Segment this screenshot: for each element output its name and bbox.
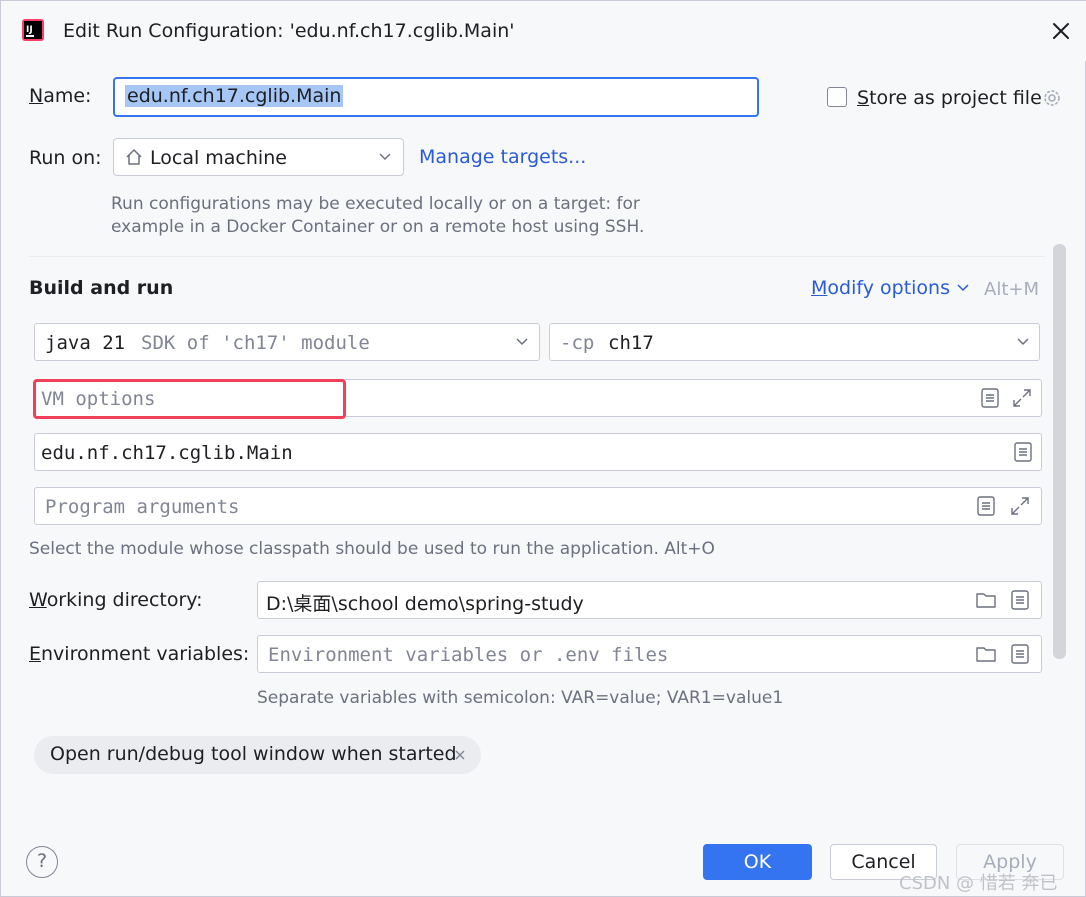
manage-targets-link[interactable]: Manage targets...: [419, 146, 586, 168]
run-on-hint-line2: example in a Docker Container or on a re…: [111, 217, 645, 237]
name-label-mnemonic: N: [29, 85, 44, 107]
sdk-dropdown[interactable]: java 21 SDK of 'ch17' module: [34, 323, 540, 361]
name-input-value: edu.nf.ch17.cglib.Main: [125, 85, 344, 107]
run-on-selected: Local machine: [150, 147, 287, 169]
close-icon[interactable]: [1049, 19, 1073, 43]
chevron-down-icon: [516, 338, 528, 346]
working-directory-value: D:\桌面\school demo\spring-study: [266, 593, 584, 615]
environment-variables-input[interactable]: Environment variables or .env files: [257, 635, 1042, 673]
env-label-text: nvironment variables:: [41, 643, 250, 665]
modify-options-shortcut: Alt+M: [984, 279, 1039, 300]
edit-run-configuration-dialog: IJ Edit Run Configuration: 'edu.nf.ch17.…: [0, 0, 1086, 897]
folder-icon[interactable]: [975, 589, 997, 611]
workdir-label-text: orking directory:: [46, 589, 203, 611]
run-on-hint-line1: Run configurations may be executed local…: [111, 194, 640, 214]
main-class-value: edu.nf.ch17.cglib.Main: [41, 442, 293, 464]
list-icon[interactable]: [1012, 441, 1034, 463]
open-tool-window-chip-label: Open run/debug tool window when started: [50, 743, 457, 765]
scrollbar[interactable]: [1053, 244, 1066, 659]
home-icon: [126, 149, 142, 165]
gear-icon[interactable]: [1041, 87, 1063, 109]
list-icon[interactable]: [1009, 643, 1031, 665]
store-as-project-file-checkbox[interactable]: [827, 87, 847, 107]
chevron-down-icon: [379, 153, 391, 161]
build-and-run-heading: Build and run: [29, 277, 174, 299]
classpath-prefix: -cp: [560, 332, 595, 354]
environment-variables-placeholder: Environment variables or .env files: [268, 644, 669, 666]
modify-options-text: odify options: [827, 277, 950, 299]
intellij-app-icon: IJ: [22, 19, 44, 41]
modify-options-chevron-icon[interactable]: [956, 283, 970, 293]
name-input[interactable]: edu.nf.ch17.cglib.Main: [113, 77, 759, 117]
program-arguments-input[interactable]: Program arguments: [34, 487, 1042, 525]
chevron-down-icon: [1017, 338, 1029, 346]
list-icon[interactable]: [1009, 589, 1031, 611]
separator: [29, 256, 1045, 257]
store-as-project-file-label[interactable]: Store as project file: [857, 87, 1042, 109]
folder-icon[interactable]: [975, 643, 997, 665]
name-label: Name:: [29, 85, 91, 107]
list-icon[interactable]: [975, 495, 997, 517]
working-directory-label: Working directory:: [29, 589, 203, 611]
sdk-main: java 21: [45, 332, 126, 354]
run-on-label: Run on:: [29, 147, 102, 169]
expand-icon[interactable]: [1011, 387, 1033, 409]
svg-text:IJ: IJ: [26, 25, 33, 35]
main-class-input[interactable]: edu.nf.ch17.cglib.Main: [34, 433, 1042, 471]
watermark: CSDN @ 惜若 奔已: [899, 873, 1058, 894]
workdir-label-mnemonic: W: [29, 589, 47, 611]
modify-options-link[interactable]: Modify options: [811, 277, 950, 299]
list-icon[interactable]: [979, 387, 1001, 409]
dialog-title: Edit Run Configuration: 'edu.nf.ch17.cgl…: [63, 20, 515, 42]
vm-options-highlight-annotation: [33, 379, 346, 419]
expand-icon[interactable]: [1009, 495, 1031, 517]
name-label-text: ame:: [43, 85, 92, 107]
run-on-dropdown[interactable]: Local machine: [113, 138, 404, 176]
ok-button[interactable]: OK: [703, 844, 812, 880]
classpath-dropdown[interactable]: -cp ch17: [549, 323, 1040, 361]
modify-options-mnemonic: M: [811, 277, 828, 299]
environment-variables-label: Environment variables:: [29, 643, 249, 665]
open-tool-window-chip[interactable]: Open run/debug tool window when started: [34, 736, 481, 774]
help-button[interactable]: ?: [26, 846, 58, 878]
remove-chip-icon[interactable]: [454, 749, 466, 761]
env-label-mnemonic: E: [29, 643, 42, 665]
sdk-hint: SDK of 'ch17' module: [141, 332, 370, 354]
store-label-mnemonic: S: [857, 87, 870, 109]
store-label-text: tore as project file: [869, 87, 1042, 109]
classpath-hint: Select the module whose classpath should…: [29, 539, 715, 559]
program-arguments-placeholder: Program arguments: [45, 496, 240, 518]
classpath-value: ch17: [608, 332, 654, 354]
working-directory-input[interactable]: D:\桌面\school demo\spring-study: [257, 581, 1042, 619]
environment-variables-hint: Separate variables with semicolon: VAR=v…: [257, 688, 784, 708]
